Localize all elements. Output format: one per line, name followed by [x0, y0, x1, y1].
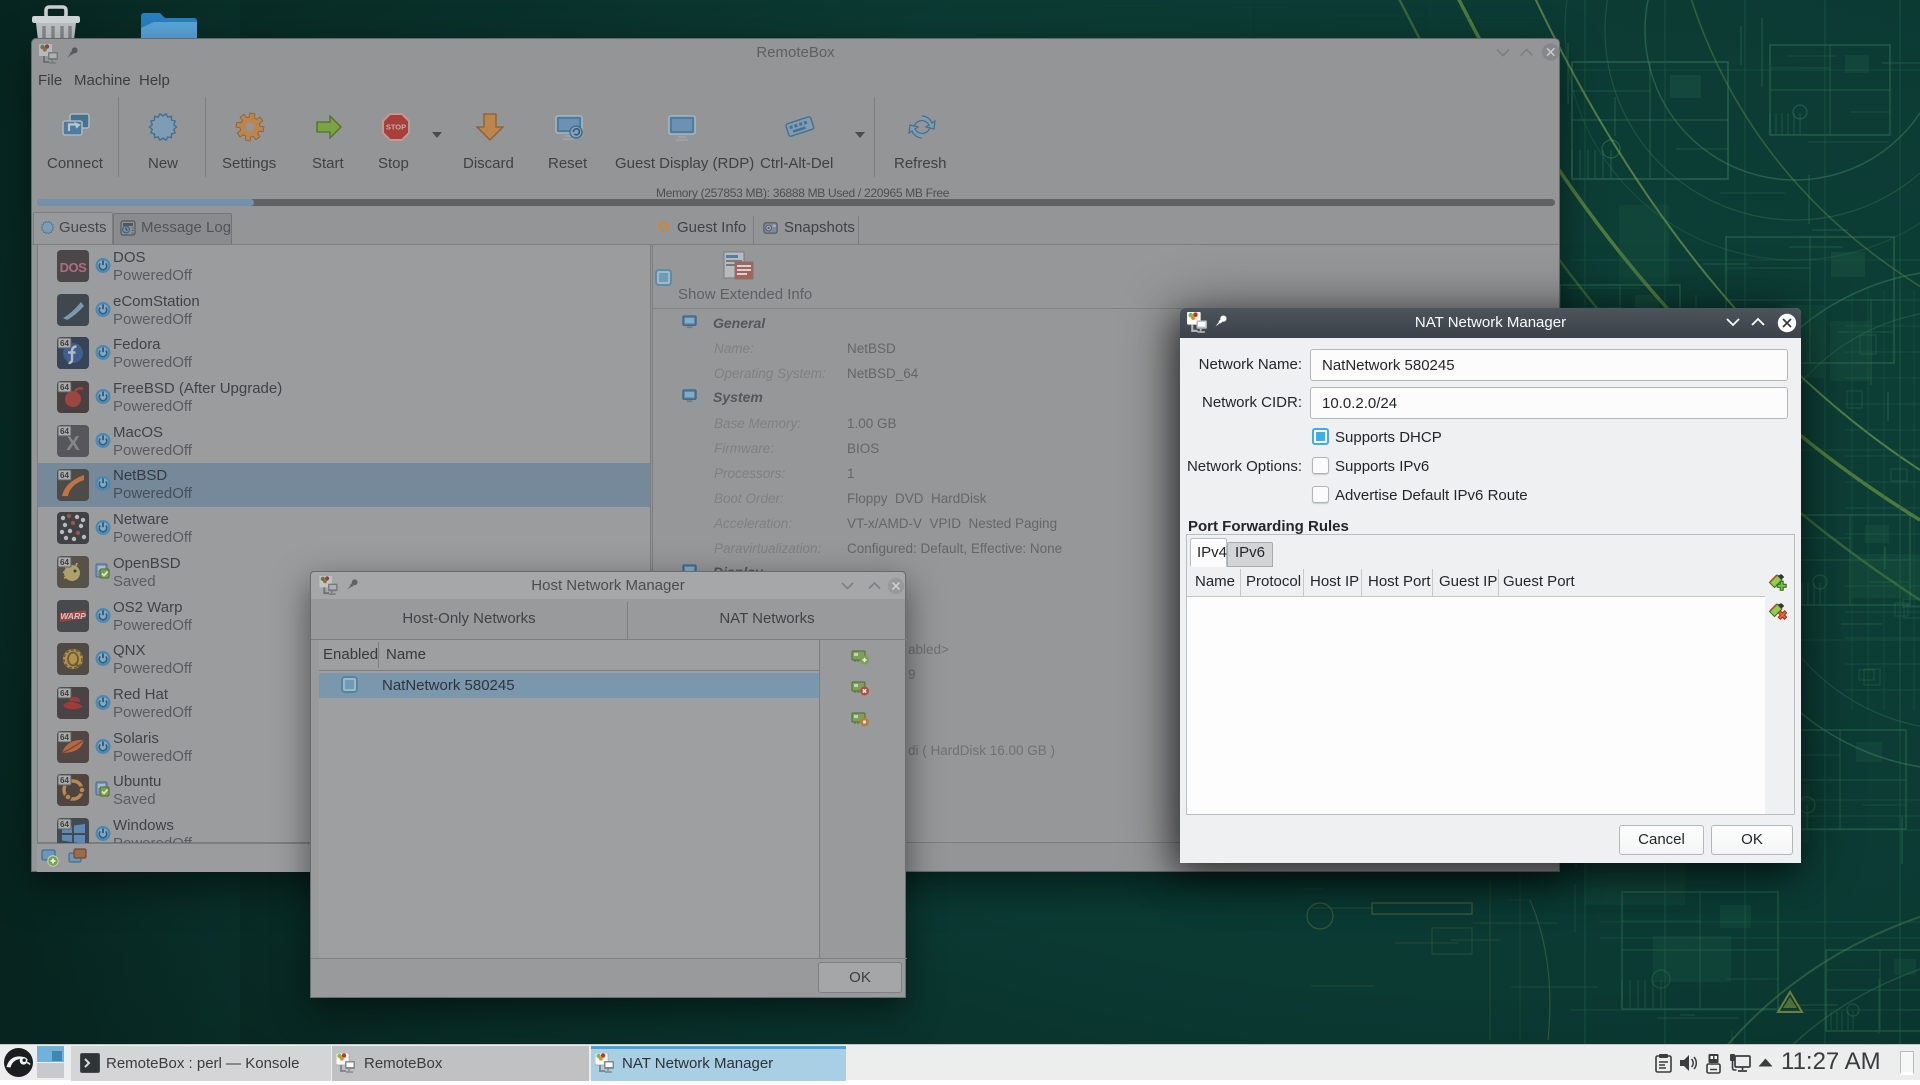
svg-text:64: 64 [60, 689, 69, 698]
svg-text:WARP: WARP [60, 611, 86, 621]
svg-text:STOP: STOP [386, 123, 406, 132]
svg-text:DOS: DOS [60, 260, 88, 275]
svg-text:64: 64 [60, 383, 69, 392]
svg-text:64: 64 [60, 558, 69, 567]
svg-text:64: 64 [60, 427, 69, 436]
svg-text:64: 64 [60, 733, 69, 742]
svg-text:64: 64 [60, 471, 69, 480]
svg-text:64: 64 [60, 776, 69, 785]
svg-text:64: 64 [60, 339, 69, 348]
svg-text:64: 64 [60, 820, 69, 829]
